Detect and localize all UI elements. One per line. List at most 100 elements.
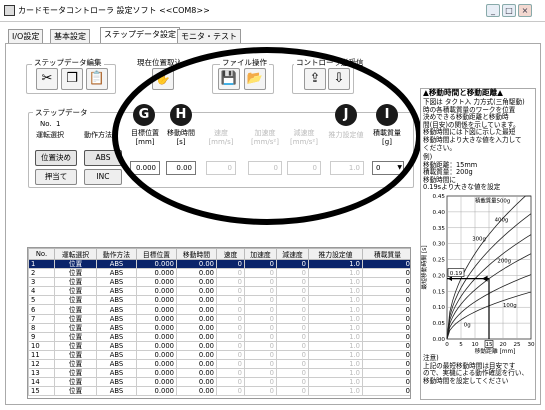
tab-io-settings[interactable]: I/O設定 — [8, 29, 44, 43]
table-cell: 0.00 — [176, 277, 217, 288]
tab-step-data-settings[interactable]: ステップデータ設定 — [100, 27, 180, 44]
table-cell: 0 — [362, 258, 410, 270]
table-cell: 0 — [362, 313, 410, 324]
window-title: カードモータコントローラ 設定ソフト <<COM8>> — [18, 6, 210, 15]
table-cell: 3 — [28, 277, 55, 288]
table-cell: 1.0 — [308, 304, 363, 315]
table-cell: 0 — [244, 331, 277, 342]
table-cell: 9 — [28, 331, 55, 342]
table-cell: 0 — [244, 322, 277, 333]
table-row[interactable]: 14 位置 ABS 0.000 0.00 0 0 0 1.0 0 — [28, 377, 410, 388]
table-row[interactable]: 3 位置 ABS 0.000 0.00 0 0 0 1.0 0 — [28, 277, 410, 288]
table-row[interactable]: 10 位置 ABS 0.000 0.00 0 0 0 1.0 0 — [28, 340, 410, 351]
chart-y-tick: 0.45 — [433, 194, 446, 200]
table-cell: 15 — [28, 386, 55, 397]
maximize-button[interactable]: □ — [502, 4, 516, 17]
table-cell: 11 — [28, 349, 55, 361]
no-value: 1 — [56, 120, 61, 128]
table-cell: 0 — [362, 386, 410, 397]
chart-curve-label: 積載質量500g — [475, 196, 510, 204]
table-cell: 0.000 — [136, 359, 177, 370]
table-row[interactable]: 15 位置 ABS 0.000 0.00 0 0 0 1.0 0 — [28, 386, 410, 397]
table-cell: 0.00 — [176, 295, 217, 306]
column-header[interactable]: 積載質量 — [362, 248, 410, 260]
step-data-table: No. 運転選択 動作方法 目標位置 移動時間 速度 加速度 減速度 推力設定値 積載質量 1 位置… — [28, 248, 410, 397]
table-cell: 0 — [216, 340, 245, 351]
table-cell: 0.00 — [176, 340, 217, 351]
header-select: 運転選択 — [36, 131, 64, 139]
table-cell: 0 — [362, 277, 410, 288]
table-row[interactable]: 2 位置 ABS 0.000 0.00 0 0 0 1.0 0 — [28, 268, 410, 279]
highlight-ellipse — [112, 47, 422, 225]
chart-x-tick: 25 — [513, 342, 521, 348]
column-header[interactable]: 減速度 — [276, 248, 309, 260]
table-row[interactable]: 6 位置 ABS 0.000 0.00 0 0 0 1.0 0 — [28, 304, 410, 315]
table-cell: 0.00 — [176, 286, 217, 297]
column-header[interactable]: 速度 — [216, 248, 245, 260]
close-button[interactable]: × — [518, 4, 532, 17]
column-header[interactable]: 推力設定値 — [308, 248, 363, 260]
table-row[interactable]: 4 位置 ABS 0.000 0.00 0 0 0 1.0 0 — [28, 286, 410, 297]
chart-x-tick: 15 — [485, 342, 493, 348]
table-row[interactable]: 8 位置 ABS 0.000 0.00 0 0 0 1.0 0 — [28, 322, 410, 333]
table-cell: 0 — [244, 277, 277, 288]
table-cell: 位置 — [54, 349, 97, 361]
tab-monitor-test[interactable]: モニタ・テスト — [177, 29, 241, 43]
table-cell: 0 — [244, 359, 277, 370]
chart-y-tick: 0.05 — [433, 321, 446, 327]
table-cell: 0.00 — [176, 313, 217, 324]
column-header[interactable]: 移動時間 — [176, 248, 217, 260]
table-cell: 1.0 — [308, 386, 363, 397]
table-cell: 7 — [28, 313, 55, 324]
table-cell: 0 — [362, 286, 410, 297]
positioning-button[interactable]: 位置決め — [35, 150, 77, 166]
table-cell: 0.00 — [176, 258, 217, 270]
column-header[interactable]: 目標位置 — [136, 248, 177, 260]
tab-basic-settings[interactable]: 基本設定 — [50, 29, 90, 43]
table-cell: 位置 — [54, 277, 97, 288]
table-cell: 0 — [276, 277, 309, 288]
table-cell: 1.0 — [308, 313, 363, 324]
table-cell: 0 — [216, 349, 245, 361]
table-cell: 1.0 — [308, 340, 363, 351]
chart-y-tick: 0.10 — [433, 305, 446, 311]
table-cell: 位置 — [54, 286, 97, 297]
table-row[interactable]: 1 位置 ABS 0.000 0.00 0 0 0 1.0 0 — [28, 258, 410, 270]
help-note: 注意) 上記の最短移動時間は目安です ので、実機による動作確認を行い、 移動時間を設定… — [423, 354, 528, 385]
table-cell: 1 — [28, 258, 55, 270]
table-cell: ABS — [96, 377, 137, 388]
table-row[interactable]: 12 位置 ABS 0.000 0.00 0 0 0 1.0 0 — [28, 359, 410, 370]
table-cell: 0 — [276, 349, 309, 361]
table-cell: 1.0 — [308, 331, 363, 342]
cut-icon[interactable]: ✂ — [36, 68, 58, 90]
column-header[interactable]: 動作方法 — [96, 248, 137, 260]
table-cell: 0 — [362, 349, 410, 361]
table-cell: ABS — [96, 268, 137, 279]
paste-icon[interactable]: 📋 — [86, 68, 108, 90]
table-cell: 1.0 — [308, 258, 363, 270]
chart-curve-label: 300g — [472, 236, 486, 242]
table-cell: 0.000 — [136, 295, 177, 306]
table-cell: ABS — [96, 359, 137, 370]
table-row[interactable]: 11 位置 ABS 0.000 0.00 0 0 0 1.0 0 — [28, 349, 410, 361]
table-cell: 0 — [244, 313, 277, 324]
inc-button[interactable]: INC — [84, 169, 122, 185]
table-row[interactable]: 7 位置 ABS 0.000 0.00 0 0 0 1.0 0 — [28, 313, 410, 324]
column-header[interactable]: 加速度 — [244, 248, 277, 260]
table-row[interactable]: 13 位置 ABS 0.000 0.00 0 0 0 1.0 0 — [28, 368, 410, 379]
table-cell: ABS — [96, 304, 137, 315]
table-row[interactable]: 5 位置 ABS 0.000 0.00 0 0 0 1.0 0 — [28, 295, 410, 306]
table-cell: 位置 — [54, 304, 97, 315]
table-cell: 0 — [216, 313, 245, 324]
copy-icon[interactable]: ❐ — [61, 68, 83, 90]
column-header[interactable]: 運転選択 — [54, 248, 97, 260]
pushing-button[interactable]: 押当て — [35, 169, 77, 185]
table-row[interactable]: 9 位置 ABS 0.000 0.00 0 0 0 1.0 0 — [28, 331, 410, 342]
table-cell: 0 — [276, 268, 309, 279]
minimize-button[interactable]: _ — [486, 4, 500, 17]
table-cell: 0 — [362, 268, 410, 279]
table-cell: 0 — [276, 368, 309, 379]
table-cell: 4 — [28, 286, 55, 297]
table-cell: 0 — [276, 331, 309, 342]
column-header[interactable]: No. — [28, 248, 55, 260]
